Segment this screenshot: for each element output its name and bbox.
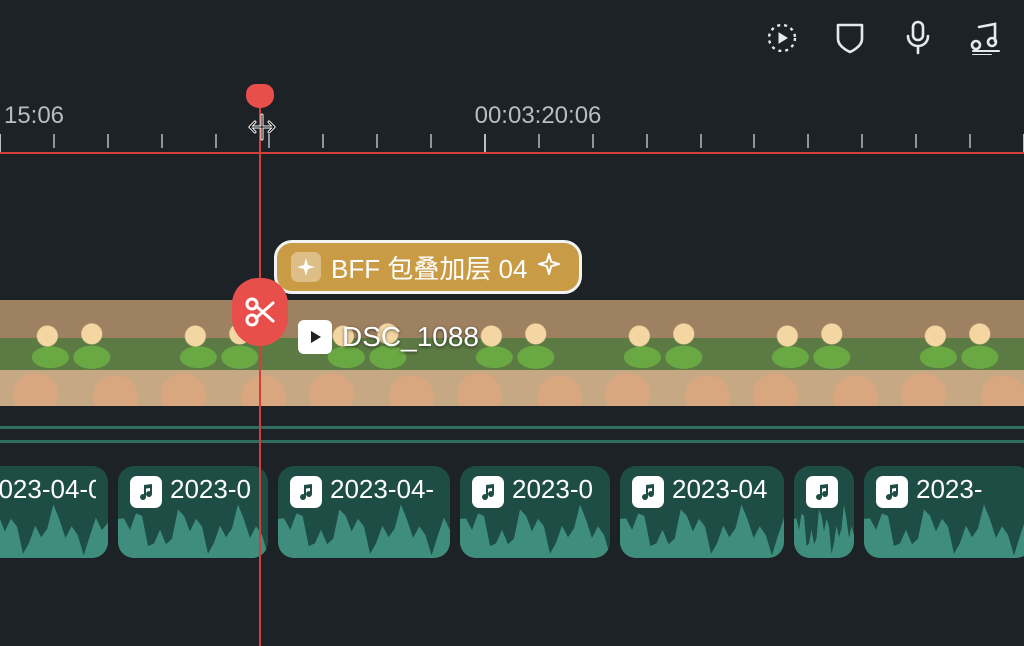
- scissors-icon: [243, 295, 277, 329]
- timeline-toolbar: [762, 18, 1006, 58]
- waveform: [794, 500, 854, 558]
- track-separator: [0, 440, 1024, 443]
- shield-button[interactable]: [830, 18, 870, 58]
- audio-clip[interactable]: 2: [794, 466, 854, 558]
- waveform: [278, 500, 450, 558]
- waveform: [118, 500, 268, 558]
- video-clip-label-row: DSC_1088: [298, 320, 479, 354]
- effect-overlay-clip[interactable]: BFF 包叠加层 04: [274, 240, 582, 294]
- audio-clip[interactable]: 2023-: [864, 466, 1024, 558]
- waveform: [460, 500, 610, 558]
- preview-button[interactable]: [762, 18, 802, 58]
- video-track[interactable]: [0, 300, 1024, 406]
- sparkle-outline-icon: [537, 252, 561, 283]
- sparkle-icon: [291, 252, 321, 282]
- play-icon: [298, 320, 332, 354]
- music-settings-button[interactable]: [966, 18, 1006, 58]
- ruler-ticks: [0, 134, 1024, 152]
- video-thumbnail: [0, 300, 148, 406]
- waveform: [620, 500, 784, 558]
- track-separator: [0, 426, 1024, 429]
- audio-clip[interactable]: 2023-04-: [278, 466, 450, 558]
- audio-clip[interactable]: 2023-04-0: [0, 466, 108, 558]
- video-thumbnail: [888, 300, 1024, 406]
- waveform: [0, 500, 108, 558]
- audio-clip[interactable]: 2023-0: [460, 466, 610, 558]
- audio-clip[interactable]: 2023-04: [620, 466, 784, 558]
- waveform: [864, 500, 1024, 558]
- video-thumbnail: [740, 300, 888, 406]
- audio-track[interactable]: 2023-04-02023-02023-04-2023-02023-042202…: [0, 466, 1024, 558]
- cut-tool-button[interactable]: [232, 278, 288, 346]
- ruler-time-left: 15:06: [4, 102, 64, 130]
- effect-clip-label: BFF 包叠加层 04: [331, 249, 527, 286]
- microphone-button[interactable]: [898, 18, 938, 58]
- ruler-time-center: 00:03:20:06: [475, 102, 602, 130]
- audio-clip[interactable]: 2023-0: [118, 466, 268, 558]
- ruler-baseline: [0, 152, 1024, 154]
- playhead[interactable]: [259, 88, 261, 646]
- timeline-ruler[interactable]: 15:06 00:03:20:06: [0, 90, 1024, 152]
- video-thumbnail: [592, 300, 740, 406]
- video-clip-name: DSC_1088: [342, 321, 479, 353]
